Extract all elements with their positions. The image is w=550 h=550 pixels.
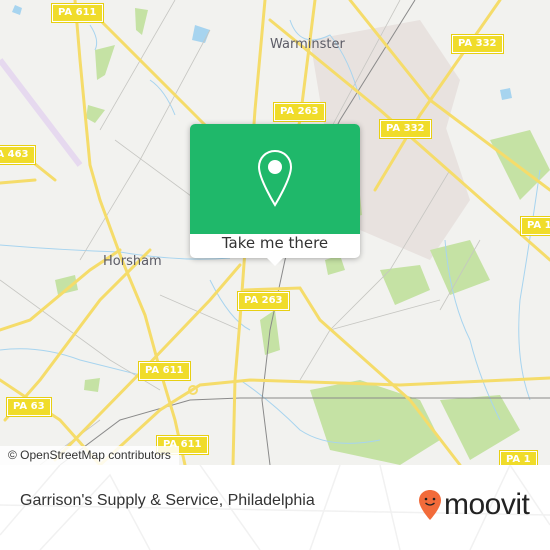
- moovit-wordmark: moovit: [444, 488, 530, 521]
- route-shield: PA 263: [273, 102, 326, 122]
- footer-bar: Garrison's Supply & Service, Philadelphi…: [0, 465, 550, 550]
- moovit-logo[interactable]: moovit: [418, 487, 530, 523]
- route-shield: PA 611: [138, 361, 191, 381]
- location-popup: Take me there: [190, 124, 360, 266]
- osm-attribution[interactable]: © OpenStreetMap contributors: [0, 446, 179, 465]
- route-shield: PA 263: [237, 291, 290, 311]
- moovit-pin-icon: [419, 490, 441, 520]
- popup-header: [190, 124, 360, 234]
- popup-tail: [266, 257, 284, 266]
- route-shield: PA 463: [0, 145, 36, 165]
- town-label: Horsham: [103, 254, 162, 269]
- route-shield: PA 63: [6, 397, 52, 417]
- take-me-there-button[interactable]: Take me there: [190, 234, 360, 258]
- route-shield: PA 332: [379, 119, 432, 139]
- map-pin-icon: [257, 149, 293, 207]
- route-shield: PA 1: [520, 216, 550, 236]
- route-shield: PA 1: [499, 450, 538, 465]
- town-label: Warminster: [270, 37, 345, 52]
- map-view[interactable]: Warminster Horsham PA 611 PA 332 PA 263 …: [0, 0, 550, 465]
- route-shield: PA 332: [451, 34, 504, 54]
- place-name: Garrison's Supply & Service, Philadelphi…: [20, 492, 315, 509]
- route-shield: PA 611: [51, 3, 104, 23]
